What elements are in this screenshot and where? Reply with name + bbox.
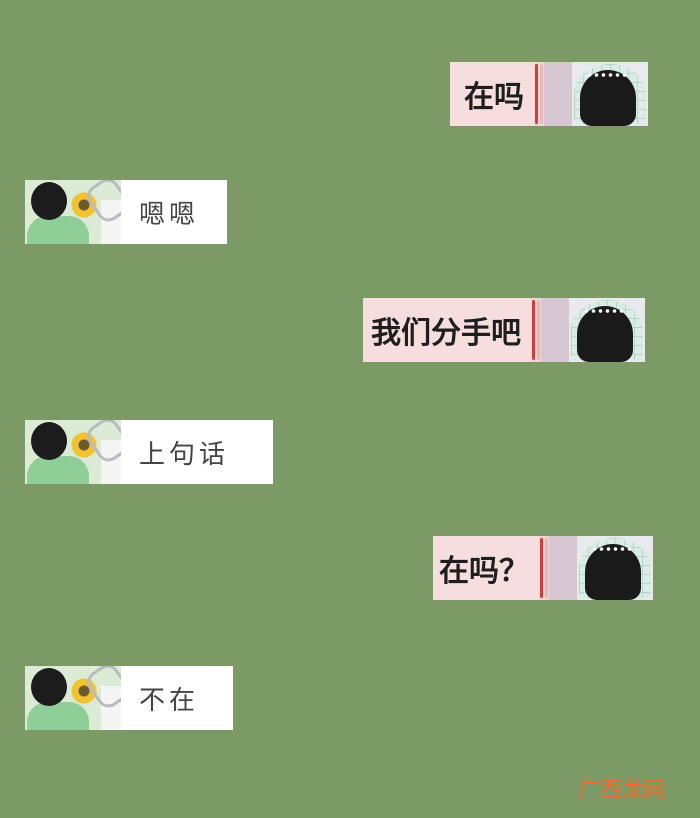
message-right-2: 我们分手吧 bbox=[363, 298, 645, 362]
message-right-3: 在吗？ bbox=[433, 536, 653, 600]
message-left-2: 上句话 bbox=[25, 420, 273, 484]
avatar-him[interactable] bbox=[25, 420, 121, 484]
message-text: 在吗？ bbox=[433, 536, 539, 600]
message-text: 嗯嗯 bbox=[121, 180, 227, 244]
avatar-him[interactable] bbox=[25, 666, 121, 730]
message-left-1: 嗯嗯 bbox=[25, 180, 227, 244]
message-right-1: 在吗 bbox=[450, 62, 648, 126]
message-text: 上句话 bbox=[121, 420, 273, 484]
message-text: 不在 bbox=[121, 666, 233, 730]
avatar-her[interactable] bbox=[544, 62, 648, 126]
message-text: 在吗 bbox=[450, 62, 534, 126]
avatar-her[interactable] bbox=[541, 298, 645, 362]
message-left-3: 不在 bbox=[25, 666, 233, 730]
bubble-divider bbox=[539, 536, 549, 600]
avatar-her[interactable] bbox=[549, 536, 653, 600]
avatar-him[interactable] bbox=[25, 180, 121, 244]
message-text: 我们分手吧 bbox=[363, 298, 531, 362]
bubble-divider bbox=[531, 298, 541, 362]
watermark-logo: 广西龙网 bbox=[577, 778, 666, 803]
bubble-divider bbox=[534, 62, 544, 126]
